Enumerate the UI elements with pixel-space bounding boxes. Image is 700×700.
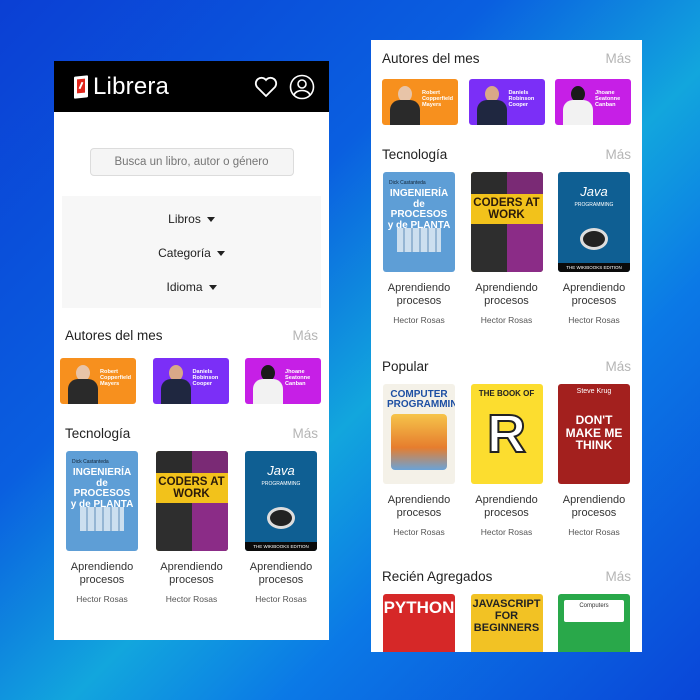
section-title: Recién Agregados — [382, 569, 493, 584]
book-title: Aprendiendo procesos — [387, 494, 451, 519]
book-author: Hector Rosas — [393, 315, 445, 325]
book-cover: CODERS AT WORK — [155, 451, 228, 551]
section-title: Autores del mes — [382, 51, 480, 66]
more-link[interactable]: Más — [292, 328, 318, 343]
section-title: Tecnología — [382, 147, 448, 162]
book-card[interactable]: Steve Krug DON'T MAKE ME THINK Aprendien… — [557, 384, 631, 537]
book-cover: CODERS AT WORK — [470, 172, 543, 272]
tecnologia-section: Tecnología Más Dick Castanteda INGENIERÍ… — [54, 426, 329, 604]
section-title: Popular — [382, 359, 429, 374]
book-author: Hector Rosas — [255, 594, 307, 604]
section-title: Autores del mes — [65, 328, 163, 343]
caret-down-icon — [206, 216, 215, 222]
author-photo — [253, 362, 283, 404]
book-card[interactable]: JAVASCRIPT FOR BEGINNERS — [470, 594, 544, 652]
more-link[interactable]: Más — [292, 426, 318, 441]
book-author: Hector Rosas — [393, 527, 445, 537]
author-photo — [476, 83, 507, 125]
book-cover: THE BOOK OF R — [470, 384, 543, 484]
app-name: Librera — [93, 72, 170, 100]
author-photo — [160, 362, 191, 404]
filter-categoria-dropdown[interactable]: Categoría — [62, 236, 321, 270]
caret-down-icon — [208, 284, 217, 290]
phone-screen-scrolled: Autores del mes Más Robert Copperfield M… — [371, 40, 642, 652]
authors-section: Autores del mes Más Robert Copperfield M… — [54, 328, 329, 404]
author-card[interactable]: Jhoane Seatonne Canban — [555, 79, 631, 125]
author-name: Robert Copperfield Mayers — [422, 90, 454, 109]
book-logo-icon — [74, 74, 88, 99]
author-card[interactable]: Jhoane Seatonne Canban — [245, 358, 321, 404]
book-card[interactable]: Dick Castanteda INGENIERÍA de PROCESOS y… — [382, 172, 456, 325]
book-card[interactable]: PYTHON — [382, 594, 456, 652]
caret-down-icon — [216, 250, 225, 256]
book-author: Hector Rosas — [568, 315, 620, 325]
tecnologia-section: Tecnología Más Dick Castanteda INGENIERÍ… — [371, 147, 642, 325]
heart-icon[interactable] — [253, 74, 279, 100]
recientes-section: Recién Agregados Más PYTHON JAVASCRIPT F… — [371, 569, 642, 652]
book-cover: JAVASCRIPT FOR BEGINNERS — [470, 594, 543, 652]
book-cover: Java PROGRAMMING THE WIKIBOOKS EDITION — [245, 451, 317, 551]
section-title: Tecnología — [65, 426, 131, 441]
book-card[interactable]: Computers — [557, 594, 631, 652]
book-title: Aprendiendo procesos — [562, 494, 626, 519]
filter-libros-dropdown[interactable]: Libros — [62, 202, 321, 236]
book-cover: Dick Castanteda INGENIERÍA de PROCESOS y… — [383, 172, 455, 272]
author-name: Daniels Robinson Cooper — [192, 369, 219, 388]
book-title: Aprendiendo procesos — [160, 561, 223, 586]
book-title: Aprendiendo procesos — [475, 282, 538, 307]
book-author: Hector Rosas — [76, 594, 128, 604]
book-card[interactable]: CODERS AT WORK Aprendiendo procesos Hect… — [470, 172, 544, 325]
book-title: Aprendiendo procesos — [387, 282, 451, 307]
popular-section: Popular Más COMPUTER PROGRAMMING Aprendi… — [371, 359, 642, 537]
more-link[interactable]: Más — [605, 147, 631, 162]
author-card[interactable]: Robert Copperfield Mayers — [60, 358, 136, 404]
book-card[interactable]: Java PROGRAMMING THE WIKIBOOKS EDITION A… — [244, 451, 318, 604]
search-input[interactable] — [89, 148, 294, 176]
author-card[interactable]: Daniels Robinson Cooper — [468, 79, 545, 125]
more-link[interactable]: Más — [605, 359, 631, 374]
book-title: Aprendiendo procesos — [475, 494, 538, 519]
book-card[interactable]: COMPUTER PROGRAMMING Aprendiendo proceso… — [382, 384, 456, 537]
book-cover: PYTHON — [383, 594, 455, 652]
authors-section: Autores del mes Más Robert Copperfield M… — [371, 51, 642, 125]
book-card[interactable]: CODERS AT WORK Aprendiendo procesos Hect… — [155, 451, 229, 604]
book-card[interactable]: Java PROGRAMMING THE WIKIBOOKS EDITION A… — [557, 172, 631, 325]
book-cover: COMPUTER PROGRAMMING — [383, 384, 455, 484]
book-author: Hector Rosas — [480, 527, 533, 537]
app-header: Librera — [54, 61, 329, 112]
filter-menu: Libros Categoría Idioma — [62, 196, 321, 308]
book-cover: Steve Krug DON'T MAKE ME THINK — [558, 384, 630, 484]
book-author: Hector Rosas — [480, 315, 533, 325]
more-link[interactable]: Más — [605, 569, 631, 584]
author-card[interactable]: Robert Copperfield Mayers — [382, 79, 458, 125]
author-name: Jhoane Seatonne Canban — [285, 369, 311, 388]
author-card[interactable]: Daniels Robinson Cooper — [152, 358, 229, 404]
app-logo[interactable]: Librera — [74, 73, 169, 101]
author-photo — [390, 83, 420, 125]
book-cover: Computers — [558, 594, 630, 652]
phone-screen-home: Librera Libros Categoría Idioma A — [54, 61, 329, 640]
book-card[interactable]: THE BOOK OF R Aprendiendo procesos Hecto… — [470, 384, 544, 537]
book-author: Hector Rosas — [568, 527, 620, 537]
book-title: Aprendiendo procesos — [70, 561, 134, 586]
book-author: Hector Rosas — [165, 594, 218, 604]
filter-label: Categoría — [158, 246, 211, 260]
book-cover: Java PROGRAMMING THE WIKIBOOKS EDITION — [558, 172, 630, 272]
author-name: Robert Copperfield Mayers — [100, 369, 132, 388]
author-name: Jhoane Seatonne Canban — [595, 90, 621, 109]
user-profile-icon[interactable] — [289, 74, 315, 100]
book-cover: Dick Castanteda INGENIERÍA de PROCESOS y… — [66, 451, 138, 551]
author-name: Daniels Robinson Cooper — [508, 90, 535, 109]
book-title: Aprendiendo procesos — [249, 561, 313, 586]
author-photo — [68, 362, 98, 404]
book-title: Aprendiendo procesos — [562, 282, 626, 307]
author-photo — [563, 83, 593, 125]
filter-idioma-dropdown[interactable]: Idioma — [62, 270, 321, 304]
book-card[interactable]: Dick Castanteda INGENIERÍA de PROCESOS y… — [65, 451, 139, 604]
filter-label: Libros — [168, 212, 201, 226]
filter-label: Idioma — [166, 280, 203, 294]
more-link[interactable]: Más — [605, 51, 631, 66]
